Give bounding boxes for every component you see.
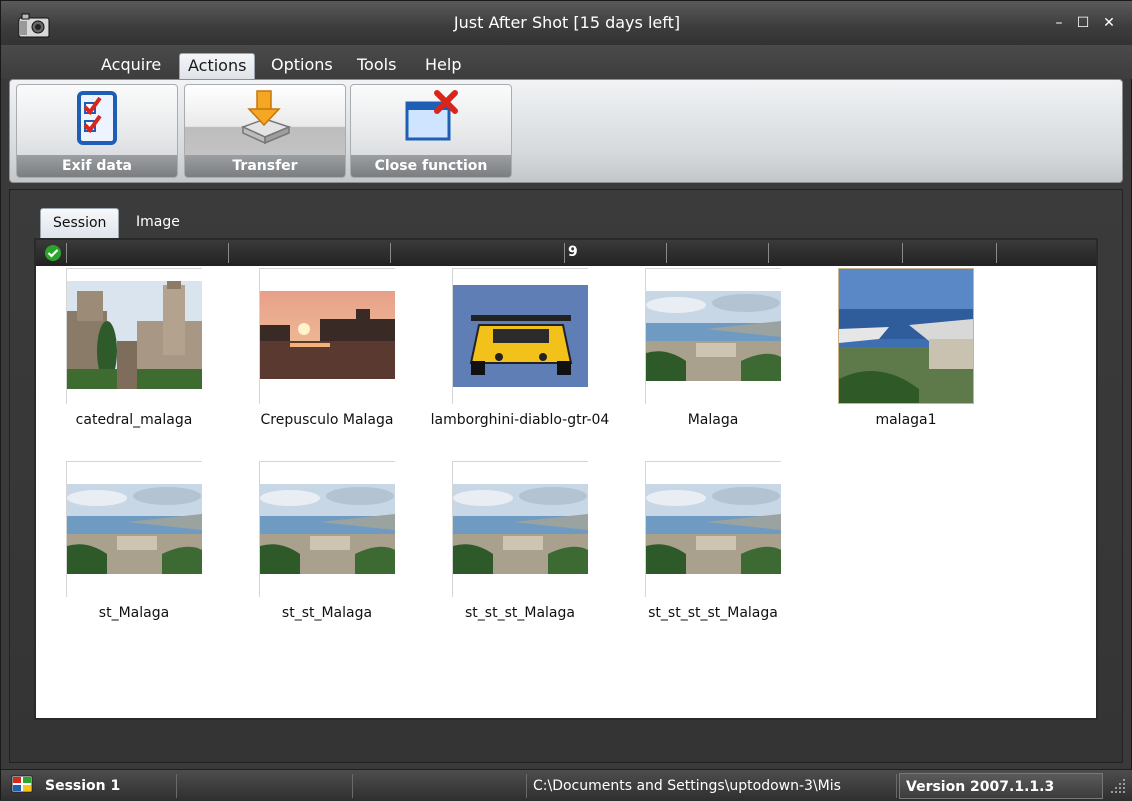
sunset-photo [260, 291, 395, 379]
tab-session[interactable]: Session [40, 208, 120, 238]
thumbnail-frame[interactable] [259, 461, 395, 597]
window-title: Just After Shot [15 days left] [453, 13, 681, 32]
thumbnail-item[interactable]: malaga1 [808, 268, 988, 448]
thumbnail-frame[interactable] [645, 461, 781, 597]
close-button[interactable]: ✕ [1099, 13, 1119, 33]
ribbon-toolbar: Exif data Transfer Close function [9, 79, 1123, 183]
status-segment [179, 774, 353, 798]
checklist-icon [77, 91, 117, 145]
thumbnail-item[interactable]: catedral_malaga [36, 268, 216, 448]
exif-data-button[interactable]: Exif data [16, 84, 178, 178]
thumbnail-frame[interactable] [838, 268, 974, 404]
close-function-button[interactable]: Close function [350, 84, 512, 178]
thumbnail-label: st_Malaga [98, 605, 170, 621]
close-window-icon [405, 90, 458, 141]
thumbnail-item[interactable]: st_st_Malaga [229, 461, 409, 641]
column-divider[interactable] [768, 243, 769, 263]
cathedral-photo [67, 281, 202, 389]
exif-data-label: Exif data [17, 155, 177, 177]
thumbnail-frame[interactable] [645, 268, 781, 404]
transfer-label: Transfer [185, 155, 345, 177]
title-bar[interactable]: Just After Shot [15 days left] – ☐ ✕ [1, 1, 1132, 45]
menu-options[interactable]: Options [263, 53, 341, 79]
minimize-button[interactable]: – [1049, 13, 1069, 33]
menu-acquire[interactable]: Acquire [93, 53, 169, 79]
coast-photo [646, 484, 781, 574]
thumbnail-item[interactable]: st_st_st_Malaga [422, 461, 602, 641]
column-divider[interactable] [390, 243, 391, 263]
check-icon[interactable] [44, 244, 62, 262]
close-function-label: Close function [351, 155, 511, 177]
thumbnail-frame[interactable] [66, 268, 202, 404]
coast-photo [453, 484, 588, 574]
thumbnail-frame[interactable] [452, 461, 588, 597]
image-count: 9 [568, 244, 578, 260]
version-badge: Version 2007.1.1.3 [899, 773, 1103, 799]
menu-tools[interactable]: Tools [349, 53, 404, 79]
column-divider[interactable] [666, 243, 667, 263]
thumbnail-label: catedral_malaga [75, 412, 193, 428]
menu-actions[interactable]: Actions [179, 53, 256, 79]
thumbnail-item[interactable]: st_Malaga [36, 461, 216, 641]
thumbnail-item[interactable]: lamborghini-diablo-gtr-04 [422, 268, 609, 448]
maximize-button[interactable]: ☐ [1073, 13, 1093, 33]
thumbnail-item[interactable]: Malaga [615, 268, 795, 448]
column-divider[interactable] [902, 243, 903, 263]
grid-icon[interactable] [11, 775, 33, 793]
thumbnail-frame[interactable] [452, 268, 588, 404]
thumbnail-item[interactable]: st_st_st_st_Malaga [615, 461, 795, 641]
status-bar: Session 1 C:\Documents and Settings\upto… [1, 769, 1132, 801]
thumbnail-label: Crepusculo Malaga [260, 412, 394, 428]
column-divider[interactable] [996, 243, 997, 263]
thumbnail-item[interactable]: Crepusculo Malaga [229, 268, 409, 448]
thumbnail-label: lamborghini-diablo-gtr-04 [430, 412, 610, 428]
content-area: Session Image 9 catedral_malaga Crepuscu… [9, 189, 1123, 763]
session-status: Session 1 [41, 774, 177, 798]
path-status: C:\Documents and Settings\uptodown-3\Mis [529, 774, 897, 798]
menu-help[interactable]: Help [417, 53, 469, 79]
thumbnail-label: st_st_Malaga [281, 605, 373, 621]
status-segment [355, 774, 527, 798]
resize-grip-icon[interactable] [1109, 777, 1127, 795]
column-header-bar: 9 [36, 240, 1096, 266]
transfer-button[interactable]: Transfer [184, 84, 346, 178]
coast-photo [646, 291, 781, 381]
transfer-icon [241, 90, 292, 145]
tab-image[interactable]: Image [124, 208, 192, 238]
tab-bar: Session Image [12, 202, 1102, 238]
menu-bar: Acquire Actions Options Tools Help [1, 45, 1132, 79]
column-divider[interactable] [564, 243, 565, 263]
app-window: Just After Shot [15 days left] – ☐ ✕ Acq… [0, 0, 1132, 801]
thumbnail-label: Malaga [687, 412, 739, 428]
coast-photo [260, 484, 395, 574]
thumbnail-label: malaga1 [875, 412, 937, 428]
car-photo [453, 285, 588, 387]
session-panel: 9 catedral_malaga Crepusculo Malaga lamb… [34, 238, 1098, 720]
column-divider[interactable] [228, 243, 229, 263]
thumbnail-frame[interactable] [259, 268, 395, 404]
thumbnail-label: st_st_st_Malaga [465, 605, 575, 621]
column-divider[interactable] [66, 243, 67, 263]
thumbnail-frame[interactable] [66, 461, 202, 597]
harbor-photo [839, 269, 973, 403]
thumbnail-label: st_st_st_st_Malaga [648, 605, 778, 621]
coast-photo [67, 484, 202, 574]
